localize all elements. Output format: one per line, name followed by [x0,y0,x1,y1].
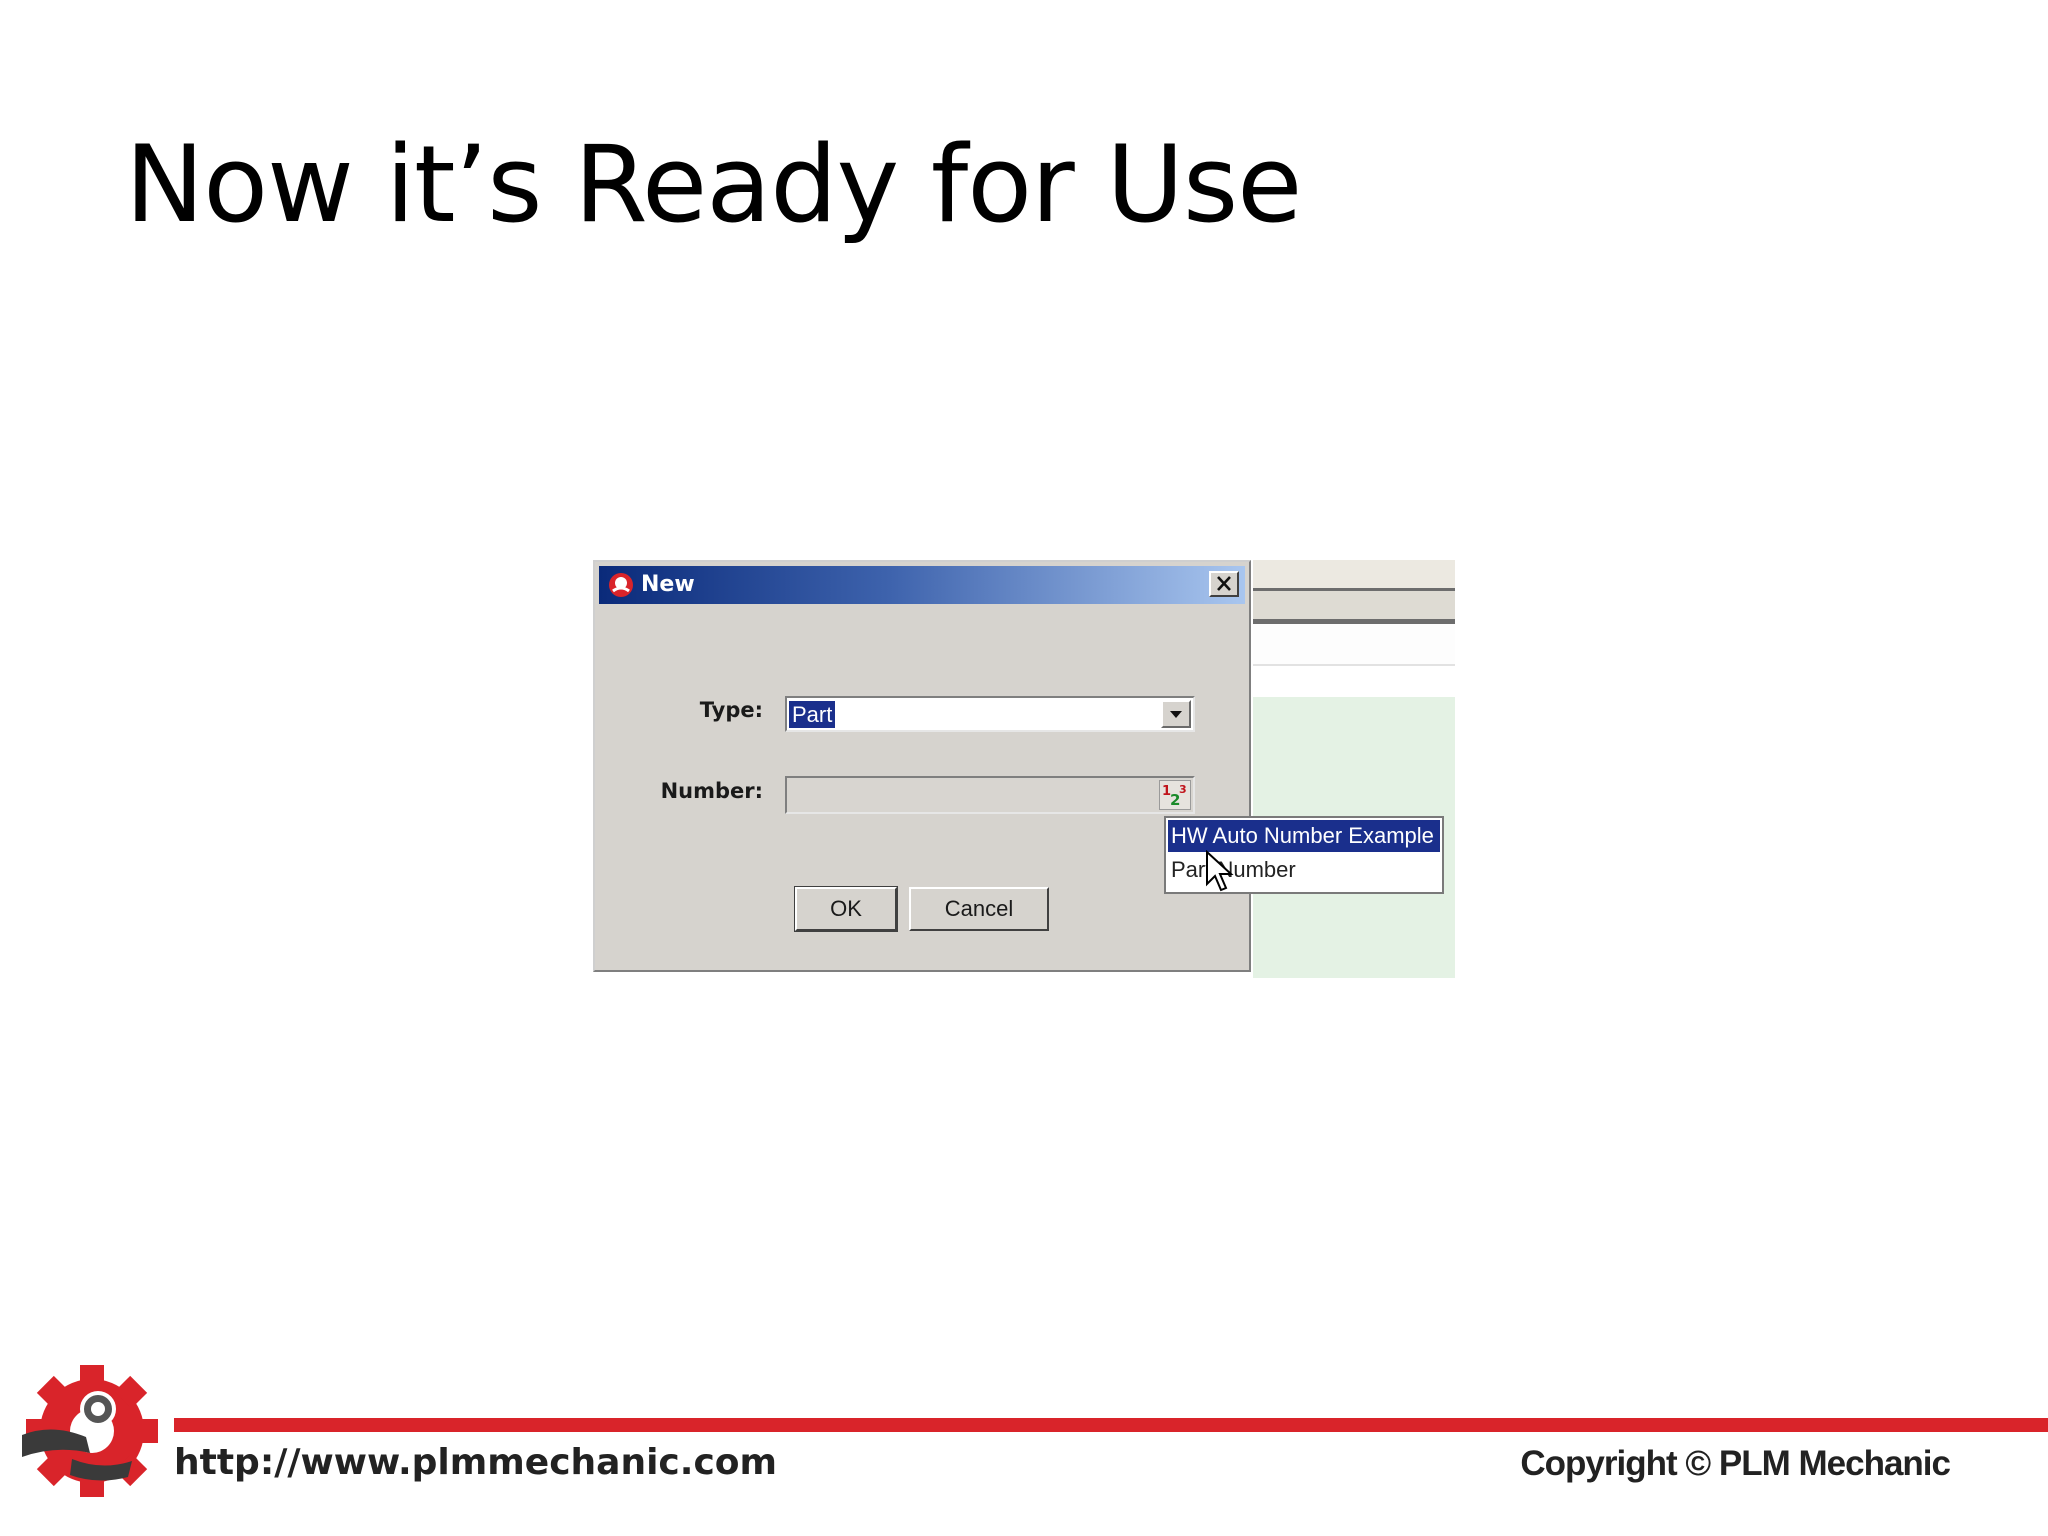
auto-number-icon: 1 2 3 [1162,783,1187,809]
screenshot-area: New Type: Part Number: 1 2 3 OK Cancel H… [593,560,1455,978]
plm-mechanic-gear-logo [22,1365,158,1497]
close-button[interactable] [1209,571,1239,597]
type-selected-value: Part [789,701,836,728]
slide-title: Now it’s Ready for Use [125,123,1302,246]
type-dropdown-button[interactable] [1161,700,1191,728]
close-icon [1217,576,1231,591]
svg-text:3: 3 [1179,783,1187,796]
app-logo-icon [609,573,633,597]
auto-number-button[interactable]: 1 2 3 [1159,780,1191,810]
popup-item-hw-auto-number[interactable]: HW Auto Number Example [1168,820,1440,852]
mouse-cursor-icon [1206,850,1234,892]
footer-url[interactable]: http://www.plmmechanic.com [174,1442,777,1483]
footer-divider [174,1418,2048,1432]
type-label: Type: [699,698,763,722]
dialog-title: New [641,572,695,597]
cancel-button[interactable]: Cancel [909,887,1049,931]
chevron-down-icon [1170,711,1182,718]
number-field[interactable]: 1 2 3 [785,776,1195,814]
background-application [1253,560,1455,978]
type-select[interactable]: Part [785,696,1195,732]
footer-copyright: Copyright © PLM Mechanic [1520,1444,1951,1483]
dialog-titlebar[interactable]: New [599,566,1245,604]
ok-button[interactable]: OK [794,886,898,932]
new-dialog: New Type: Part Number: 1 2 3 OK Cancel [593,560,1251,972]
number-label: Number: [660,779,763,803]
